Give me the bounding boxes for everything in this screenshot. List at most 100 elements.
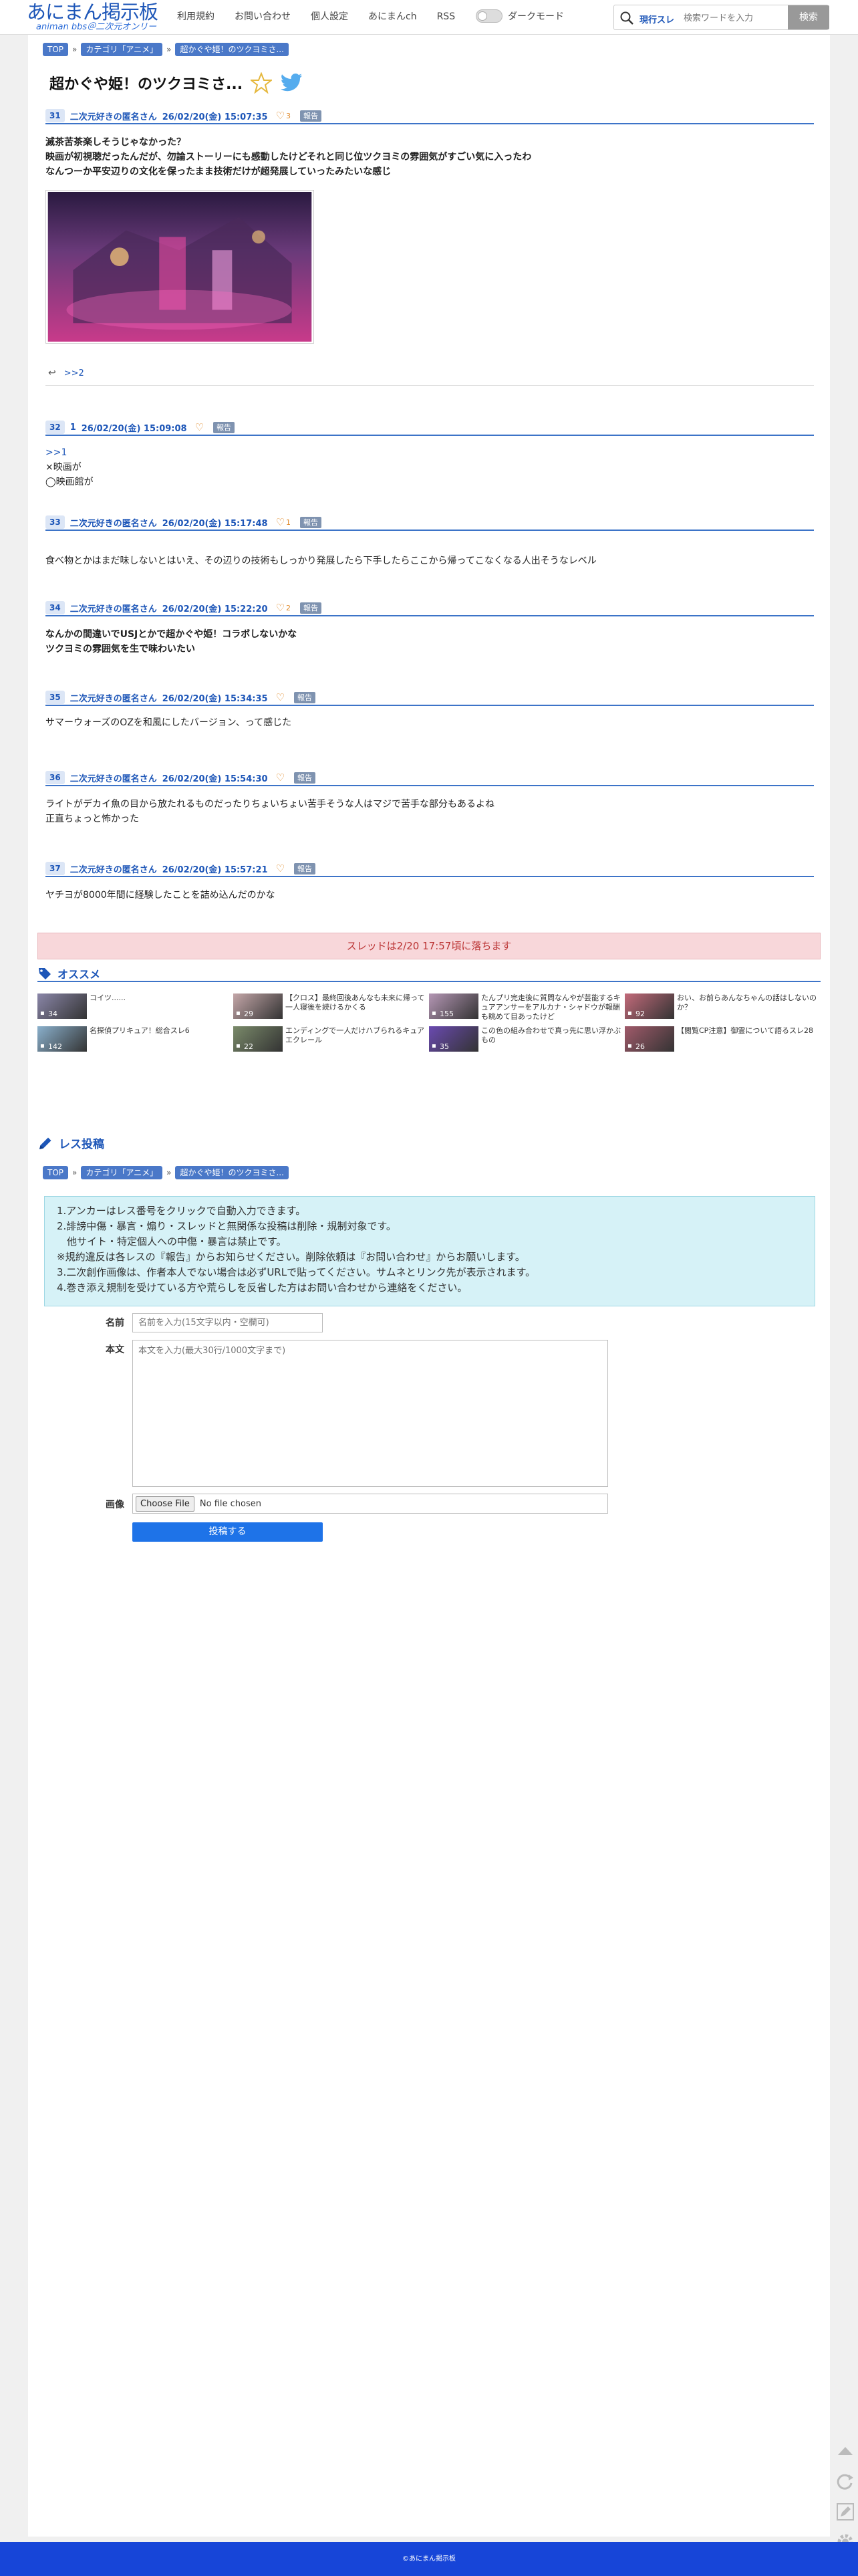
breadcrumb-top[interactable]: TOP: [43, 43, 69, 56]
post-text: ヤチヨが8000年間に経験したことを詰め込んだのかな: [45, 890, 275, 901]
poster-name: 二次元好きの匿名さん: [69, 604, 157, 614]
breadcrumb-category[interactable]: カテゴリ「アニメ」: [81, 43, 163, 56]
post-text: なんつーか平安辺りの文化を保ったまま技術だけが超発展していったみたいな感じ: [45, 166, 392, 177]
edit-icon[interactable]: [835, 2502, 855, 2522]
search-button[interactable]: 検索: [788, 5, 829, 29]
name-field[interactable]: [132, 1313, 323, 1332]
comment-count: 155: [440, 1010, 454, 1018]
rule-line: 2.誹謗中傷・暴言・煽り・スレッドと無関係な投稿は削除・規制対象です。: [57, 1220, 396, 1232]
dark-mode-toggle[interactable]: ダークモード: [476, 9, 564, 23]
nav-terms[interactable]: 利用規約: [177, 11, 214, 23]
nav-settings[interactable]: 個人設定: [311, 11, 348, 23]
recommend-title[interactable]: コイツ......: [90, 993, 230, 1003]
comment-icon: ▪: [40, 1042, 45, 1050]
anchor-link[interactable]: >>1: [45, 445, 67, 460]
post-number[interactable]: 34: [45, 601, 65, 614]
recommend-title[interactable]: 名探偵プリキュア！総合スレ6: [90, 1026, 230, 1036]
like-count: 2: [286, 603, 291, 612]
recommend-thumbnail[interactable]: ▪ 22: [233, 1026, 283, 1052]
recommend-title[interactable]: 【クロス】最終回後あんなも未来に帰って一人寝後を続けるかくる: [285, 993, 426, 1012]
recommend-item[interactable]: ▪ 142 名探偵プリキュア！総合スレ6: [37, 1026, 231, 1052]
search-scope[interactable]: 現行スレ: [639, 13, 674, 25]
recommend-thumbnail[interactable]: ▪ 155: [429, 993, 478, 1019]
recommend-thumbnail[interactable]: ▪ 35: [429, 1026, 478, 1052]
recommend-item[interactable]: ▪ 35 この色の組み合わせで真っ先に思い浮かぶもの: [429, 1026, 623, 1052]
post-image[interactable]: [45, 190, 314, 344]
recommend-item[interactable]: ▪ 22 エンディングで一人だけハブられるキュアエクレール: [233, 1026, 427, 1052]
like-heart-icon[interactable]: ♡: [276, 862, 285, 874]
report-button[interactable]: 報告: [294, 772, 316, 784]
thread-title-row: 超かぐや姫！のツクヨミさ...: [49, 72, 303, 94]
post-number[interactable]: 36: [45, 771, 65, 784]
submit-button[interactable]: 投稿する: [132, 1522, 323, 1542]
post-text: 正直ちょっと怖かった: [45, 814, 139, 824]
like-heart-icon[interactable]: ♡: [276, 691, 285, 703]
report-button[interactable]: 報告: [294, 862, 316, 874]
scroll-top-icon[interactable]: [835, 2442, 855, 2462]
post-text: ×映画が: [45, 462, 82, 473]
comment-count: 35: [440, 1042, 449, 1051]
recommend-item[interactable]: ▪ 26 【閲覧CP注意】御霊について語るスレ28: [625, 1026, 819, 1052]
like-heart-icon[interactable]: ♡: [195, 421, 204, 433]
comment-count: 29: [244, 1010, 253, 1018]
pencil-icon: [39, 1137, 51, 1149]
post-number[interactable]: 32: [45, 421, 65, 434]
like-heart-icon[interactable]: ♡: [276, 602, 285, 614]
recommend-title[interactable]: 【閲覧CP注意】御霊について語るスレ28: [677, 1026, 817, 1036]
recommend-item[interactable]: ▪ 29 【クロス】最終回後あんなも未来に帰って一人寝後を続けるかくる: [233, 993, 427, 1019]
like-heart-icon[interactable]: ♡: [276, 110, 285, 122]
recommend-thumbnail[interactable]: ▪ 26: [625, 1026, 674, 1052]
recommend-item[interactable]: ▪ 92 おい、お前らあんなちゃんの話はしないのか？: [625, 993, 819, 1019]
recommend-thumbnail[interactable]: ▪ 92: [625, 993, 674, 1019]
comment-icon: ▪: [627, 1010, 632, 1017]
reload-icon[interactable]: [835, 2472, 855, 2492]
report-button[interactable]: 報告: [213, 421, 235, 433]
recommend-item[interactable]: ▪ 155 たんプリ完走後に質問なんやが芸能するキュアアンサーをアルカナ・シャドウが…: [429, 993, 623, 1022]
reply-link[interactable]: >>2: [64, 368, 84, 378]
image-label: 画像: [106, 1500, 124, 1510]
report-button[interactable]: 報告: [294, 691, 316, 703]
recommend-title[interactable]: たんプリ完走後に質問なんやが芸能するキュアアンサーをアルカナ・シャドウが報酬も眺…: [481, 993, 621, 1022]
post-number[interactable]: 33: [45, 515, 65, 529]
breadcrumb: TOP » カテゴリ「アニメ」 » 超かぐや姫！のツクヨミさ...: [43, 43, 289, 56]
like-heart-icon[interactable]: ♡: [276, 772, 285, 784]
nav-animanch[interactable]: あにまんch: [368, 11, 417, 23]
search-input[interactable]: [684, 11, 778, 25]
twitter-icon[interactable]: [280, 73, 303, 93]
recommend-thumbnail[interactable]: ▪ 142: [37, 1026, 87, 1052]
search-bar: 現行スレ 検索: [613, 5, 829, 30]
favorite-star-icon[interactable]: [251, 72, 273, 94]
post-number[interactable]: 31: [45, 109, 65, 122]
recommend-title[interactable]: おい、お前らあんなちゃんの話はしないのか？: [677, 993, 817, 1012]
recommend-thumbnail[interactable]: ▪ 29: [233, 993, 283, 1019]
recommend-title[interactable]: エンディングで一人だけハブられるキュアエクレール: [285, 1026, 426, 1045]
breadcrumb-thread[interactable]: 超かぐや姫！のツクヨミさ...: [175, 43, 289, 56]
tag-icon: [39, 968, 51, 979]
post-date: 26/02/20(金) 15:54:30: [162, 774, 268, 784]
post-date: 26/02/20(金) 15:22:20: [162, 604, 268, 614]
report-button[interactable]: 報告: [300, 110, 322, 122]
breadcrumb-top[interactable]: TOP: [43, 1166, 69, 1179]
body-textarea[interactable]: [132, 1340, 608, 1487]
comment-icon: ▪: [40, 1010, 45, 1017]
like-heart-icon[interactable]: ♡: [276, 516, 285, 528]
recommend-thumbnail[interactable]: ▪ 34: [37, 993, 87, 1019]
image-file-input[interactable]: Choose File No file chosen: [132, 1494, 608, 1514]
recommend-title[interactable]: この色の組み合わせで真っ先に思い浮かぶもの: [481, 1026, 621, 1045]
nav-rss[interactable]: RSS: [437, 11, 456, 23]
choose-file-button[interactable]: Choose File: [136, 1496, 194, 1512]
recommend-item[interactable]: ▪ 34 コイツ......: [37, 993, 231, 1019]
post-number[interactable]: 35: [45, 691, 65, 704]
report-button[interactable]: 報告: [300, 516, 322, 528]
report-button[interactable]: 報告: [300, 602, 322, 614]
reply-arrow-icon[interactable]: ↩: [48, 368, 56, 378]
site-logo[interactable]: あにまん掲示板 animan bbs＠二次元オンリー: [27, 1, 167, 33]
toggle-switch[interactable]: [476, 9, 503, 23]
main-nav: 利用規約 お問い合わせ 個人設定 あにまんch RSS: [177, 11, 475, 23]
breadcrumb-thread[interactable]: 超かぐや姫！のツクヨミさ...: [175, 1166, 289, 1179]
breadcrumb-category[interactable]: カテゴリ「アニメ」: [81, 1166, 163, 1179]
post-number[interactable]: 37: [45, 862, 65, 875]
nav-contact[interactable]: お問い合わせ: [235, 11, 291, 23]
main-column: TOP » カテゴリ「アニメ」 » 超かぐや姫！のツクヨミさ... 超かぐや姫！…: [28, 35, 830, 2537]
post-text: 映画が初視聴だったんだが、勿論ストーリーにも感動したけどそれと同じ位ツクヨミの雰…: [45, 152, 532, 162]
